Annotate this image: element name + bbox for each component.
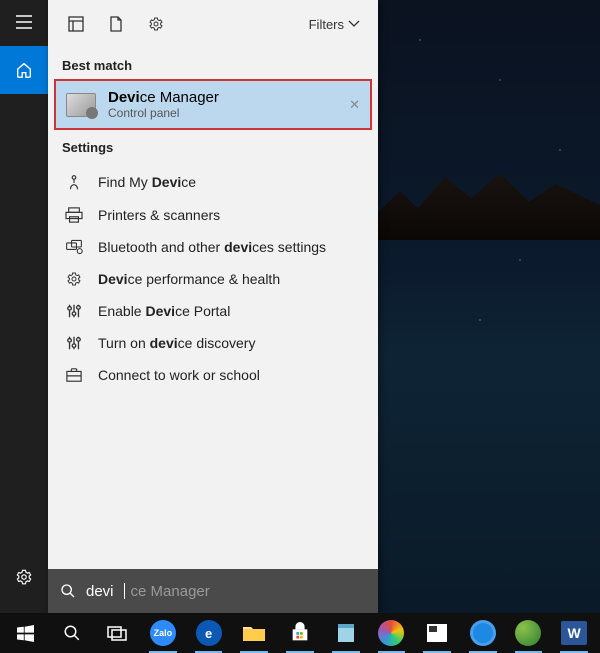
- start-button[interactable]: [4, 613, 48, 653]
- location-icon: [64, 173, 84, 191]
- taskbar-app-coccoc[interactable]: [507, 613, 551, 653]
- taskbar-app-browser[interactable]: [461, 613, 505, 653]
- panel-top-bar: Filters: [48, 0, 378, 48]
- settings-result-label: Bluetooth and other devices settings: [98, 239, 326, 255]
- filters-label: Filters: [309, 17, 344, 32]
- settings-result-item[interactable]: Device performance & health: [48, 263, 378, 295]
- best-match-result[interactable]: Device Manager Control panel ✕: [54, 79, 372, 130]
- text-caret: [124, 583, 125, 599]
- search-icon: [60, 583, 76, 599]
- chevron-down-icon: [348, 20, 360, 28]
- settings-icon[interactable]: [0, 555, 48, 599]
- best-match-title: Device Manager: [108, 89, 219, 106]
- settings-result-item[interactable]: Printers & scanners: [48, 199, 378, 231]
- printer-icon: [64, 207, 84, 223]
- settings-results-list: Find My Device Printers & scanners Bluetoo…: [48, 161, 378, 395]
- settings-result-label: Printers & scanners: [98, 207, 220, 223]
- taskbar-app-generic[interactable]: [415, 613, 459, 653]
- taskbar-app-word[interactable]: W: [552, 613, 596, 653]
- settings-result-item[interactable]: Turn on device discovery: [48, 327, 378, 359]
- task-view-button[interactable]: [95, 613, 139, 653]
- settings-filter-icon[interactable]: [136, 0, 176, 48]
- sliders-icon: [64, 335, 84, 351]
- documents-filter-icon[interactable]: [96, 0, 136, 48]
- device-manager-icon: [66, 93, 96, 117]
- taskbar: Zalo e W: [0, 613, 600, 653]
- settings-result-item[interactable]: Connect to work or school: [48, 359, 378, 391]
- close-icon[interactable]: ✕: [349, 97, 360, 113]
- taskbar-app-explorer[interactable]: [232, 613, 276, 653]
- settings-result-label: Connect to work or school: [98, 367, 260, 383]
- taskbar-app-edge[interactable]: e: [187, 613, 231, 653]
- search-bar[interactable]: devi ce Manager: [48, 569, 378, 613]
- search-button[interactable]: [50, 613, 94, 653]
- settings-result-item[interactable]: Enable Device Portal: [48, 295, 378, 327]
- sliders-icon: [64, 303, 84, 319]
- filters-dropdown[interactable]: Filters: [299, 0, 370, 48]
- settings-result-label: Enable Device Portal: [98, 303, 230, 319]
- bluetooth-icon: [64, 239, 84, 255]
- settings-section-label: Settings: [48, 130, 378, 161]
- apps-filter-icon[interactable]: [56, 0, 96, 48]
- taskbar-app-paint[interactable]: [370, 613, 414, 653]
- search-ghost-text: ce Manager: [131, 583, 210, 600]
- settings-result-item[interactable]: Bluetooth and other devices settings: [48, 231, 378, 263]
- gear-icon: [64, 271, 84, 287]
- briefcase-icon: [64, 367, 84, 383]
- settings-result-label: Find My Device: [98, 174, 196, 190]
- best-match-label: Best match: [48, 48, 378, 79]
- taskbar-app-store[interactable]: [278, 613, 322, 653]
- hamburger-icon[interactable]: [0, 0, 48, 44]
- home-icon[interactable]: [0, 46, 48, 94]
- taskbar-app-notepad[interactable]: [324, 613, 368, 653]
- settings-result-label: Device performance & health: [98, 271, 280, 287]
- settings-result-item[interactable]: Find My Device: [48, 165, 378, 199]
- search-typed-text: devi: [86, 583, 114, 600]
- taskbar-app-zalo[interactable]: Zalo: [141, 613, 185, 653]
- settings-result-label: Turn on device discovery: [98, 335, 255, 351]
- start-sidebar: [0, 0, 48, 613]
- search-panel: Filters Best match Device Manager Contro…: [48, 0, 378, 613]
- best-match-subtitle: Control panel: [108, 106, 219, 120]
